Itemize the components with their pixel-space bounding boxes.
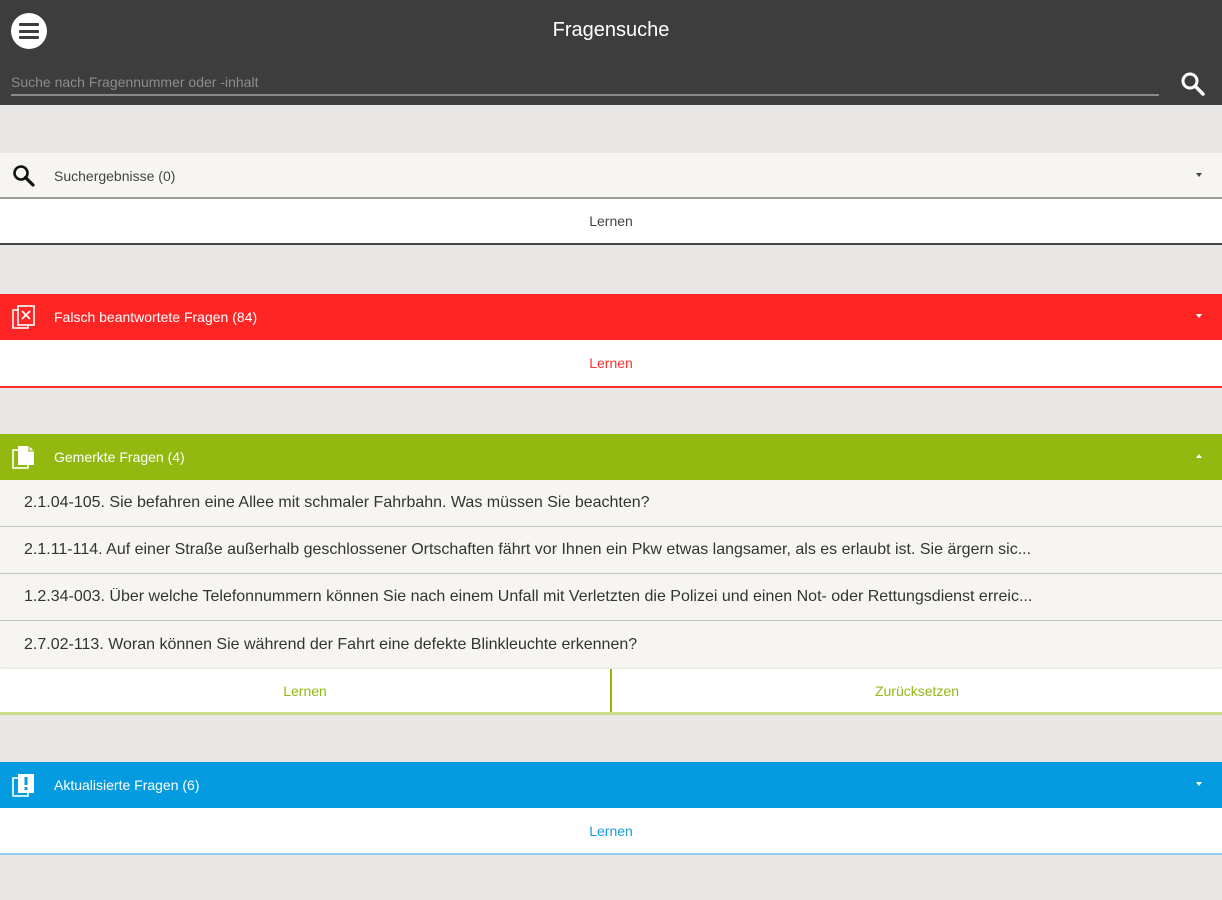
question-item[interactable]: 2.1.04-105. Sie befahren eine Allee mit … bbox=[0, 480, 1222, 527]
question-text: 2.1.11-114. Auf einer Straße außerhalb g… bbox=[24, 541, 1032, 558]
wrong-answers-header[interactable]: Falsch beantwortete Fragen (84) bbox=[0, 294, 1222, 340]
action-row: Lernen bbox=[0, 808, 1222, 855]
learn-button[interactable]: Lernen bbox=[0, 199, 1222, 243]
question-text: 2.1.04-105. Sie befahren eine Allee mit … bbox=[24, 494, 650, 511]
search-input[interactable] bbox=[11, 72, 1159, 96]
section-bookmarked: Gemerkte Fragen (4) 2.1.04-105. Sie befa… bbox=[0, 434, 1222, 715]
question-text: 1.2.34-003. Über welche Telefonnummern k… bbox=[24, 588, 1033, 605]
action-row: Lernen bbox=[0, 340, 1222, 388]
bookmarked-questions-icon bbox=[11, 444, 37, 470]
chevron-down-icon bbox=[1196, 173, 1202, 177]
section-title: Gemerkte Fragen (4) bbox=[54, 449, 185, 465]
question-text: 2.7.02-113. Woran können Sie während der… bbox=[24, 636, 638, 653]
app-header: Fragensuche bbox=[0, 0, 1222, 105]
learn-button[interactable]: Lernen bbox=[0, 669, 610, 712]
section-wrong-answers: Falsch beantwortete Fragen (84) Lernen bbox=[0, 294, 1222, 388]
action-row: Lernen Zurücksetzen bbox=[0, 669, 1222, 715]
question-item[interactable]: 1.2.34-003. Über welche Telefonnummern k… bbox=[0, 574, 1222, 621]
action-row: Lernen bbox=[0, 199, 1222, 245]
wrong-answers-icon bbox=[11, 304, 37, 330]
reset-button[interactable]: Zurücksetzen bbox=[612, 669, 1222, 712]
question-item[interactable]: 2.7.02-113. Woran können Sie während der… bbox=[0, 621, 1222, 669]
learn-button[interactable]: Lernen bbox=[0, 808, 1222, 853]
search-icon bbox=[11, 163, 37, 189]
bookmarked-header[interactable]: Gemerkte Fragen (4) bbox=[0, 434, 1222, 480]
learn-button[interactable]: Lernen bbox=[0, 340, 1222, 386]
section-title: Falsch beantwortete Fragen (84) bbox=[54, 309, 258, 325]
section-title: Suchergebnisse (0) bbox=[54, 168, 176, 184]
search-icon[interactable] bbox=[1179, 70, 1207, 98]
page-title: Fragensuche bbox=[552, 19, 670, 41]
search-results-header[interactable]: Suchergebnisse (0) bbox=[0, 153, 1222, 199]
section-updated: Aktualisierte Fragen (6) Lernen bbox=[0, 762, 1222, 855]
updated-questions-icon bbox=[11, 772, 37, 798]
chevron-up-icon bbox=[1196, 454, 1202, 458]
section-title: Aktualisierte Fragen (6) bbox=[54, 777, 200, 793]
question-item[interactable]: 2.1.11-114. Auf einer Straße außerhalb g… bbox=[0, 527, 1222, 574]
updated-header[interactable]: Aktualisierte Fragen (6) bbox=[0, 762, 1222, 808]
chevron-down-icon bbox=[1196, 314, 1202, 318]
chevron-down-icon bbox=[1196, 782, 1202, 786]
section-search-results: Suchergebnisse (0) Lernen bbox=[0, 153, 1222, 245]
